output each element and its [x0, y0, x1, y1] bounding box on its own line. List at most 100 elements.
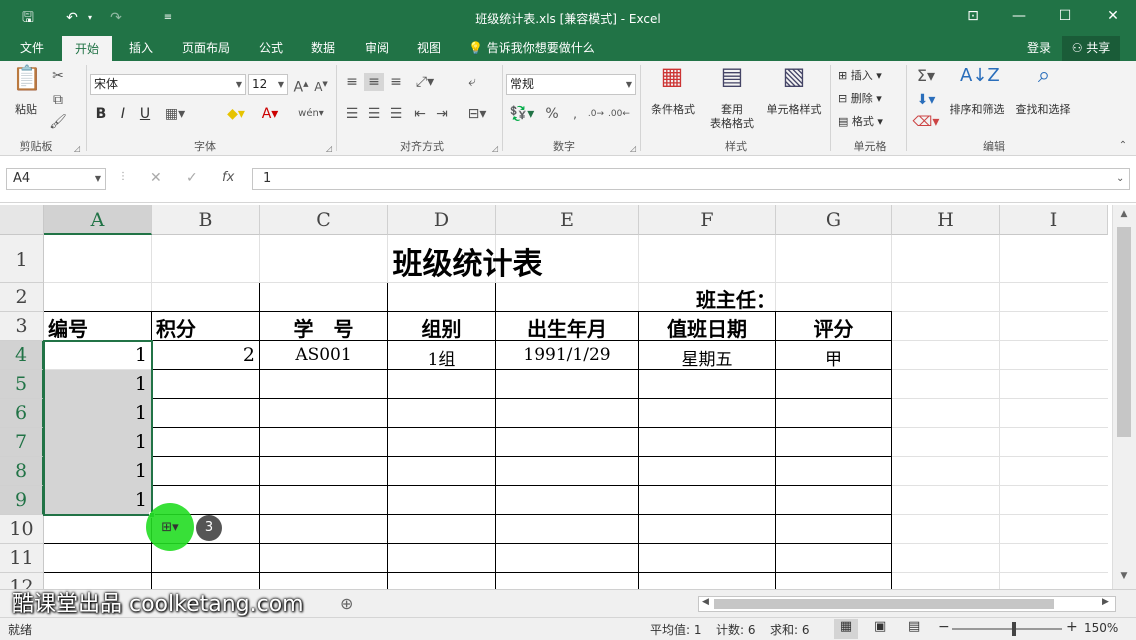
close-icon[interactable]: ✕: [1090, 0, 1136, 32]
tab-review[interactable]: 审阅: [356, 36, 398, 61]
column-header-h[interactable]: H: [892, 205, 1000, 235]
cell-d4[interactable]: 1组: [388, 345, 495, 370]
vertical-scroll-thumb[interactable]: [1117, 227, 1131, 437]
column-header-e[interactable]: E: [496, 205, 639, 235]
column-header-i[interactable]: I: [1000, 205, 1108, 235]
row-header-6[interactable]: 6: [0, 399, 44, 428]
fill-color-icon[interactable]: ◆▾: [222, 105, 250, 123]
tab-formulas[interactable]: 公式: [250, 36, 292, 61]
head-teacher-label[interactable]: 班主任：: [639, 284, 776, 313]
header-group[interactable]: 组别: [388, 313, 495, 342]
cancel-entry-icon[interactable]: ✕: [150, 170, 162, 186]
zoom-slider-thumb[interactable]: [1012, 622, 1016, 636]
auto-fill-options-icon[interactable]: ⊞▾: [156, 519, 184, 537]
column-header-g[interactable]: G: [776, 205, 892, 235]
tab-file[interactable]: 文件: [10, 36, 54, 61]
row-header-11[interactable]: 11: [0, 544, 44, 573]
zoom-level[interactable]: 150%: [1084, 621, 1118, 635]
tab-page-layout[interactable]: 页面布局: [172, 36, 240, 61]
insert-cells-button[interactable]: ⊞ 插入 ▾: [838, 69, 902, 83]
ribbon-display-icon[interactable]: ⊡: [950, 0, 996, 32]
cell-b4[interactable]: 2: [152, 344, 259, 366]
decrease-decimal-icon[interactable]: .00←: [608, 105, 630, 123]
number-format-dropdown[interactable]: 常规 ▼: [506, 74, 636, 95]
cell-styles-icon[interactable]: ▧: [778, 64, 810, 99]
tab-data[interactable]: 数据: [302, 36, 344, 61]
fill-icon[interactable]: ⬇▾: [912, 91, 940, 109]
comma-style-icon[interactable]: ,: [566, 105, 584, 123]
underline-button[interactable]: U: [136, 105, 154, 123]
format-as-table-button[interactable]: 套用 表格格式: [702, 103, 762, 131]
sheet-title[interactable]: 班级统计表: [260, 239, 675, 283]
row-header-8[interactable]: 8: [0, 457, 44, 486]
column-header-c[interactable]: C: [260, 205, 388, 235]
sort-filter-button[interactable]: 排序和筛选: [944, 103, 1010, 117]
cut-icon[interactable]: ✂: [48, 67, 68, 85]
column-header-d[interactable]: D: [388, 205, 496, 235]
cell-f4[interactable]: 星期五: [639, 345, 775, 370]
align-center-icon[interactable]: ☰: [364, 105, 384, 123]
align-right-icon[interactable]: ☰: [386, 105, 406, 123]
page-layout-view-icon[interactable]: ▣: [874, 619, 886, 634]
accounting-format-icon[interactable]: 💱▾: [508, 105, 536, 123]
row-header-10[interactable]: 10: [0, 515, 44, 544]
name-box[interactable]: A4 ▼: [6, 168, 106, 190]
tab-view[interactable]: 视图: [408, 36, 450, 61]
delete-cells-button[interactable]: ⊟ 删除 ▾: [838, 92, 902, 106]
row-header-7[interactable]: 7: [0, 428, 44, 457]
align-left-icon[interactable]: ☰: [342, 105, 362, 123]
zoom-in-icon[interactable]: +: [1066, 619, 1078, 635]
page-break-view-icon[interactable]: ▤: [908, 619, 920, 634]
cell-e4[interactable]: 1991/1/29: [496, 345, 638, 365]
sort-filter-icon[interactable]: A↓Z: [960, 67, 1000, 99]
number-launcher-icon[interactable]: ◿: [630, 144, 636, 153]
orientation-icon[interactable]: ⤢▾: [412, 73, 438, 91]
format-as-table-icon[interactable]: ▤: [716, 64, 748, 99]
redo-icon[interactable]: ↷: [104, 8, 128, 28]
phonetic-icon[interactable]: wén▾: [296, 105, 326, 123]
align-top-icon[interactable]: ≡: [342, 73, 362, 91]
clear-icon[interactable]: ⌫▾: [912, 113, 940, 131]
italic-button[interactable]: I: [114, 105, 132, 123]
horizontal-scroll-thumb[interactable]: [714, 599, 1054, 609]
find-select-button[interactable]: 查找和选择: [1010, 103, 1076, 117]
font-name-dropdown[interactable]: 宋体 ▼: [90, 74, 246, 95]
row-header-4[interactable]: 4: [0, 341, 44, 370]
merge-center-icon[interactable]: ⊟▾: [462, 105, 492, 123]
conditional-format-icon[interactable]: ▦: [656, 64, 688, 99]
header-duty-day[interactable]: 值班日期: [639, 313, 775, 342]
font-size-dropdown[interactable]: 12 ▼: [248, 74, 288, 95]
find-select-icon[interactable]: ⌕: [1028, 65, 1060, 99]
alignment-launcher-icon[interactable]: ◿: [492, 144, 498, 153]
add-sheet-icon[interactable]: ⊕: [340, 594, 353, 613]
scroll-left-icon[interactable]: ◀: [702, 597, 709, 607]
scroll-down-icon[interactable]: ▼: [1116, 571, 1132, 585]
decrease-font-icon[interactable]: A▼: [312, 75, 330, 96]
formula-input[interactable]: 1: [252, 168, 1130, 190]
undo-icon[interactable]: ↶: [60, 8, 84, 28]
align-middle-icon[interactable]: ≡: [364, 73, 384, 91]
cell-c4[interactable]: AS001: [260, 345, 387, 365]
select-all-corner[interactable]: [0, 205, 44, 235]
borders-icon[interactable]: ▦▾: [160, 105, 190, 123]
zoom-out-icon[interactable]: −: [938, 619, 950, 635]
tab-insert[interactable]: 插入: [120, 36, 162, 61]
worksheet-grid[interactable]: A B C D E F G H I 1 2 3 4 5 6 7 8 9 10 1…: [0, 205, 1136, 589]
scroll-right-icon[interactable]: ▶: [1102, 597, 1109, 607]
row-header-1[interactable]: 1: [0, 235, 44, 283]
login-link[interactable]: 登录: [1018, 36, 1060, 61]
header-birth[interactable]: 出生年月: [496, 313, 638, 342]
save-icon[interactable]: 🖫: [16, 8, 40, 28]
increase-indent-icon[interactable]: ⇥: [432, 105, 452, 123]
copy-icon[interactable]: ⧉: [48, 91, 68, 109]
wrap-text-icon[interactable]: ⤶: [462, 73, 482, 91]
row-header-2[interactable]: 2: [0, 283, 44, 312]
column-header-a[interactable]: A: [44, 205, 152, 235]
zoom-slider[interactable]: [952, 628, 1062, 630]
tab-home[interactable]: 开始: [62, 36, 112, 61]
paste-icon[interactable]: 📋: [12, 66, 42, 97]
collapse-ribbon-icon[interactable]: ⌃: [1116, 137, 1130, 155]
font-color-icon[interactable]: A▾: [256, 105, 284, 123]
confirm-entry-icon[interactable]: ✓: [186, 170, 198, 186]
conditional-format-button[interactable]: 条件格式: [644, 103, 702, 117]
